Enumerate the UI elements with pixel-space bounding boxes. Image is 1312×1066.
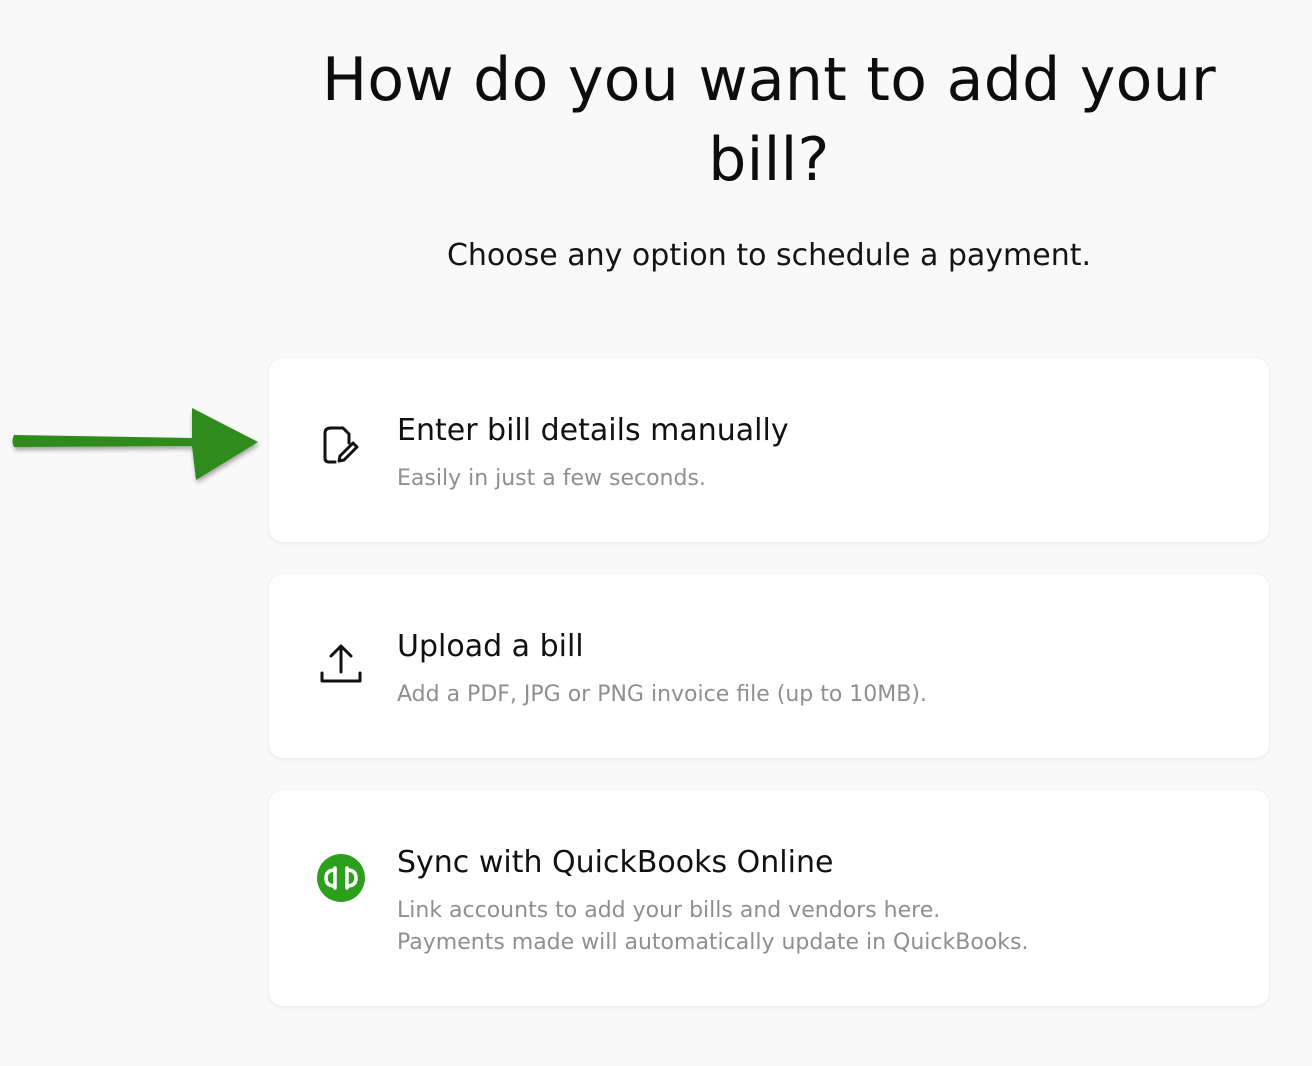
option-title: Enter bill details manually [397,413,789,448]
option-title: Upload a bill [397,629,584,664]
option-description: Easily in just a few seconds. [397,466,706,491]
quickbooks-logo-icon [313,850,369,906]
option-description-line: Payments made will automatically update … [397,930,1029,955]
option-description-line: Link accounts to add your bills and vend… [397,898,941,923]
upload-icon [313,634,369,690]
page-title: How do you want to add your bill? [322,45,1216,195]
option-description: Add a PDF, JPG or PNG invoice file (up t… [397,682,927,707]
document-edit-icon [313,418,369,474]
option-title: Sync with QuickBooks Online [397,845,834,880]
option-upload-bill[interactable]: Upload a bill Add a PDF, JPG or PNG invo… [269,574,1269,758]
page-subtitle: Choose any option to schedule a payment. [446,238,1092,273]
option-description: Link accounts to add your bills and vend… [397,895,1028,959]
arrow-right-icon [6,402,264,493]
option-enter-manually[interactable]: Enter bill details manually Easily in ju… [269,358,1269,542]
option-sync-quickbooks[interactable]: Sync with QuickBooks Online Link account… [269,790,1269,1006]
